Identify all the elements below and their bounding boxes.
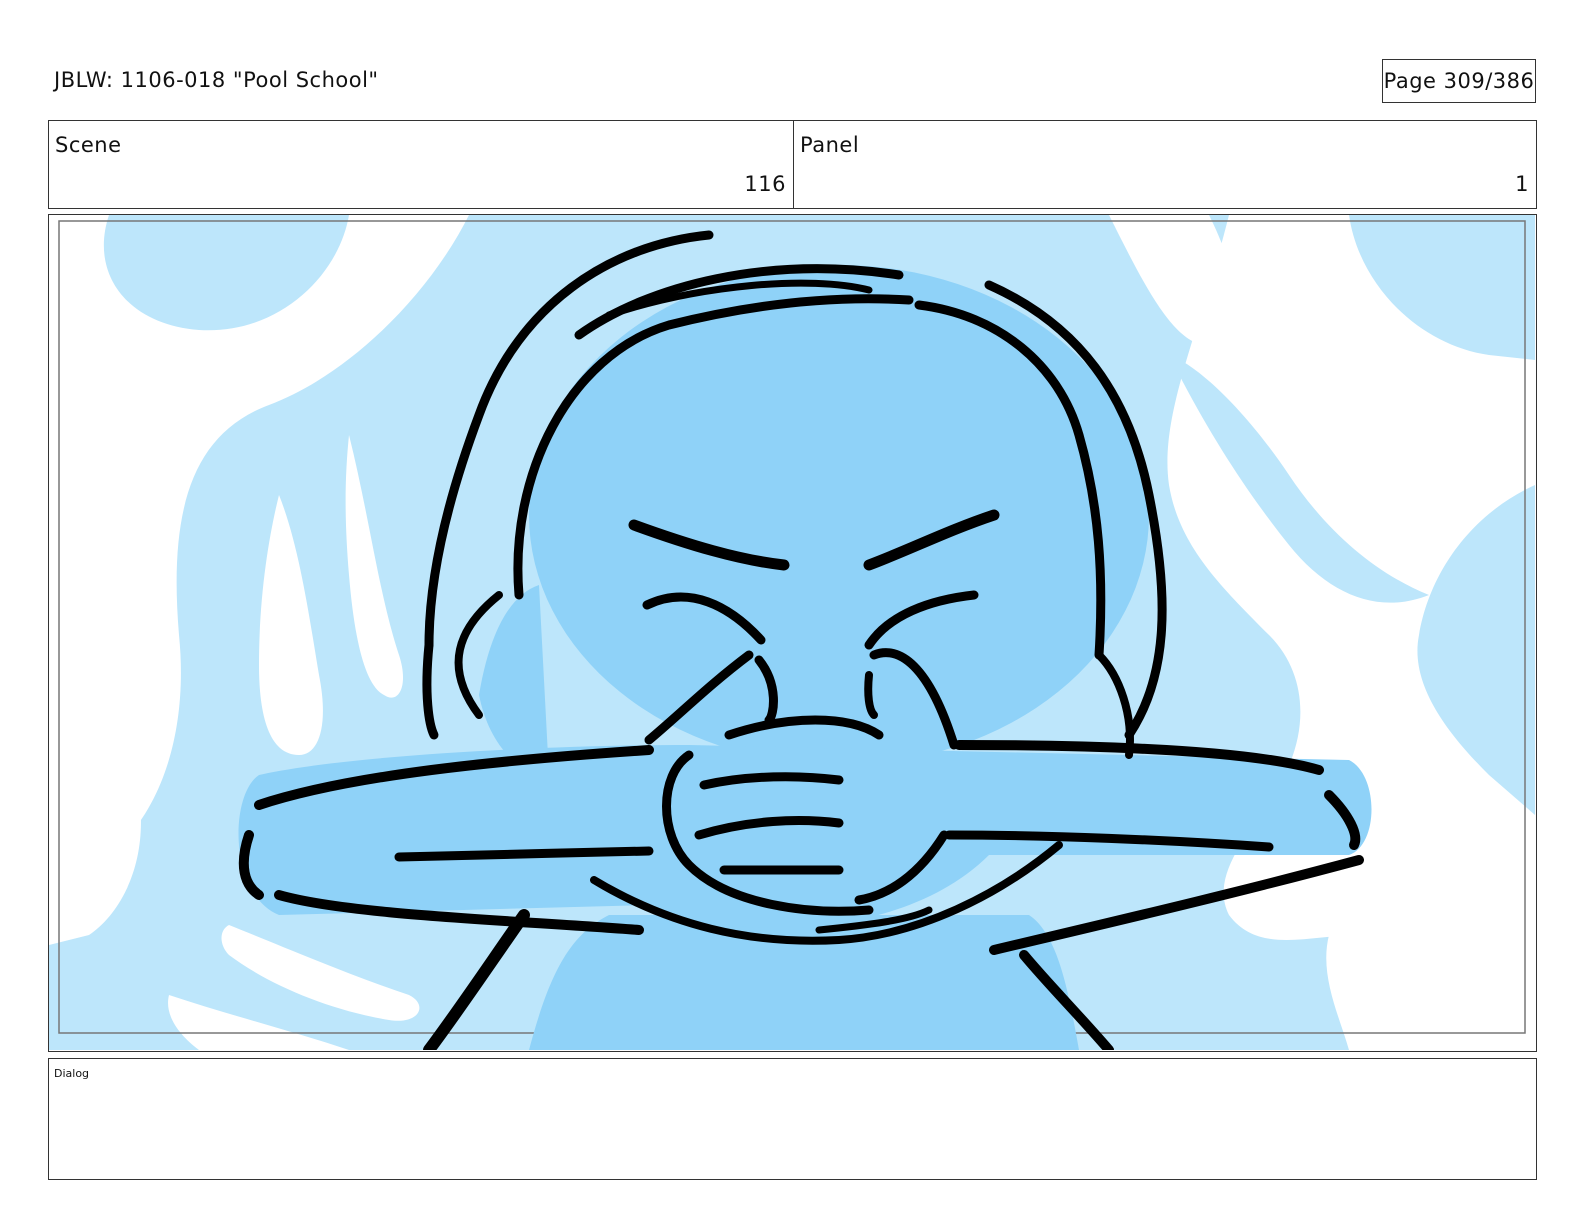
scene-label: Scene (55, 133, 122, 157)
storyboard-frame (48, 214, 1537, 1052)
document-title: JBLW: 1106-018 "Pool School" (54, 68, 379, 92)
panel-cell: Panel 1 (794, 121, 1536, 208)
scene-panel-info: Scene 116 Panel 1 (48, 120, 1537, 209)
panel-number: 1 (1515, 172, 1529, 196)
dialog-box: Dialog (48, 1058, 1537, 1180)
scene-cell: Scene 116 (49, 121, 794, 208)
scene-number: 116 (744, 172, 786, 196)
frame-illustration (49, 215, 1535, 1050)
dialog-label: Dialog (54, 1067, 90, 1080)
page-number: Page 309/386 (1382, 59, 1536, 103)
panel-label: Panel (800, 133, 860, 157)
